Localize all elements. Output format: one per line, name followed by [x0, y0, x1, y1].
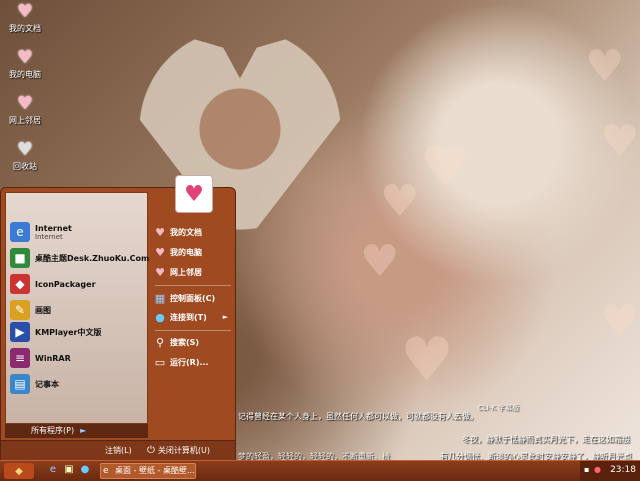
- taskbar: ◆ e ▣ ● e 桌面 - 壁纸 - 桌酷壁... ▪ ● 23:18: [0, 460, 640, 481]
- desktop-icon-recycle-bin[interactable]: ♥ 回收站: [4, 140, 46, 172]
- power-icon: ⏻: [147, 445, 155, 456]
- heart-icon: ♥: [16, 47, 34, 68]
- bokeh-heart-icon: ♥: [400, 325, 454, 395]
- program-winrar[interactable]: ≡ WinRAR: [10, 347, 71, 369]
- system-tray: ▪ ● 23:18: [580, 461, 640, 481]
- program-paint[interactable]: ✎ 画图: [10, 299, 51, 321]
- clock[interactable]: 23:18: [610, 465, 636, 475]
- notepad-icon: ▤: [10, 374, 30, 394]
- logoff-button[interactable]: 注销(L): [105, 445, 132, 456]
- connect-icon: ●: [155, 310, 165, 324]
- heart-icon: ♥: [16, 93, 34, 114]
- quicklaunch-media-icon[interactable]: ●: [78, 464, 92, 475]
- start-button[interactable]: ◆: [4, 463, 34, 479]
- bokeh-heart-icon: ♥: [360, 236, 400, 287]
- places-connect-to[interactable]: ● 连接到(T) ►: [153, 309, 228, 325]
- start-menu-footer: 注销(L) ⏻ 关闭计算机(U): [1, 440, 235, 461]
- theme-icon: ■: [10, 248, 30, 268]
- all-programs-button[interactable]: 所有程序(P) ►: [5, 424, 148, 438]
- bokeh-heart-icon: ♥: [600, 116, 640, 167]
- run-icon: ▭: [154, 355, 166, 369]
- player-icon: ▶: [10, 322, 30, 342]
- archive-icon: ≡: [10, 348, 30, 368]
- heart-icon: ♥: [155, 225, 165, 239]
- submenu-arrow-icon: ►: [222, 313, 229, 321]
- desktop-icon-network[interactable]: ♥ 网上邻居: [4, 94, 46, 126]
- desktop-icon-my-computer[interactable]: ♥ 我的电脑: [4, 48, 46, 80]
- places-my-documents[interactable]: ♥ 我的文档: [153, 224, 202, 240]
- desktop-icon-my-documents[interactable]: ♥ 我的文档: [4, 2, 46, 34]
- program-notepad[interactable]: ▤ 记事本: [10, 373, 59, 395]
- network-tray-icon[interactable]: ▪: [584, 465, 589, 474]
- bokeh-heart-icon: ♥: [420, 135, 471, 200]
- places-control-panel[interactable]: ▦ 控制面板(C): [153, 290, 215, 306]
- paint-icon: ✎: [10, 300, 30, 320]
- browser-icon: e: [103, 466, 109, 476]
- quicklaunch-ie-icon[interactable]: e: [46, 464, 60, 475]
- arrow-right-icon: ►: [80, 426, 87, 435]
- wallpaper-text-line: 冬夜，静默于恬静而真实月光下，走在这如霜般: [462, 435, 630, 444]
- bokeh-heart-icon: ♥: [600, 296, 640, 347]
- menu-separator: [155, 285, 231, 286]
- package-icon: ◆: [10, 274, 30, 294]
- pinned-programs-pane: e Internet Internet ■ 桌酷主题Desk.ZhuoKu.Co…: [5, 192, 149, 424]
- search-icon: ⚲: [155, 335, 165, 349]
- program-kmplayer[interactable]: ▶ KMPlayer中文版: [10, 321, 102, 343]
- places-network[interactable]: ♥ 网上邻居: [153, 264, 202, 280]
- places-search[interactable]: ⚲ 搜索(S): [153, 334, 199, 350]
- start-menu: ♥ e Internet Internet ■ 桌酷主题Desk.ZhuoKu.…: [0, 175, 236, 461]
- wallpaper-caption: CLI-K 字幕版: [478, 404, 520, 412]
- taskbar-window-button[interactable]: e 桌面 - 壁纸 - 桌酷壁...: [100, 463, 196, 479]
- program-internet[interactable]: e Internet Internet: [10, 221, 72, 243]
- heart-icon: ♥: [16, 1, 34, 22]
- program-zhuoku-theme[interactable]: ■ 桌酷主题Desk.ZhuoKu.Com: [10, 247, 149, 269]
- windows-logo-icon: ◆: [15, 465, 23, 477]
- program-iconpackager[interactable]: ◆ IconPackager: [10, 273, 96, 295]
- places-run[interactable]: ▭ 运行(R)...: [153, 354, 209, 370]
- bokeh-heart-icon: ♥: [380, 176, 420, 227]
- security-tray-icon[interactable]: ●: [594, 465, 601, 474]
- menu-separator: [155, 330, 231, 331]
- wallpaper-text-line: 记得曾经在某个人身上，虽然任何人都可以做，可就都没有人去做。: [238, 412, 478, 421]
- shutdown-button[interactable]: ⏻ 关闭计算机(U): [147, 445, 210, 456]
- heart-icon: ♥: [155, 245, 165, 259]
- places-my-computer[interactable]: ♥ 我的电脑: [153, 244, 202, 260]
- globe-icon: e: [10, 222, 30, 242]
- heart-icon: ♥: [16, 139, 34, 160]
- bokeh-heart-icon: ♥: [585, 41, 625, 92]
- control-panel-icon: ▦: [154, 291, 166, 305]
- places-pane: ♥ 我的文档 ♥ 我的电脑 ♥ 网上邻居 ▦ 控制面板(C) ● 连接到(T) …: [151, 188, 235, 438]
- quicklaunch-desktop-icon[interactable]: ▣: [62, 464, 76, 475]
- heart-icon: ♥: [155, 265, 165, 279]
